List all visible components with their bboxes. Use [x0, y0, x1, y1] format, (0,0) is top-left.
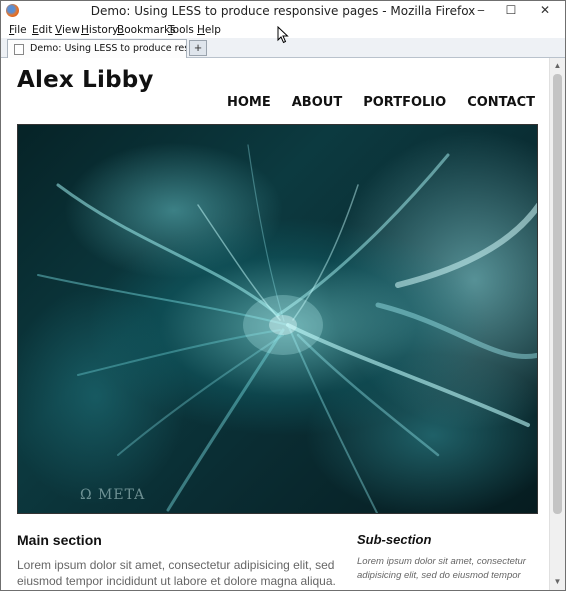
- page-icon: [14, 44, 24, 55]
- minimize-button[interactable]: ‒: [467, 1, 495, 20]
- abstract-fractal-art: [37, 144, 537, 513]
- main-section-heading: Main section: [17, 532, 102, 548]
- maximize-button[interactable]: ☐: [497, 1, 525, 20]
- nav-home[interactable]: HOME: [227, 95, 271, 110]
- tab-active[interactable]: Demo: Using LESS to produce responsiv...: [7, 39, 187, 58]
- menu-edit[interactable]: Edit: [32, 24, 52, 36]
- new-tab-button[interactable]: +: [189, 40, 207, 56]
- scroll-up-arrow-icon[interactable]: ▲: [550, 59, 565, 73]
- menu-history[interactable]: History: [81, 24, 118, 36]
- scroll-thumb[interactable]: [553, 74, 562, 514]
- sub-section-heading: Sub-section: [357, 532, 432, 547]
- nav-contact[interactable]: CONTACT: [467, 95, 535, 110]
- menu-view[interactable]: View: [55, 24, 80, 36]
- hero-image: Ω META: [17, 124, 538, 514]
- nav-about[interactable]: ABOUT: [292, 95, 342, 110]
- site-nav: HOME ABOUT PORTFOLIO CONTACT: [227, 95, 535, 110]
- title-bar[interactable]: Demo: Using LESS to produce responsive p…: [1, 1, 565, 21]
- sub-text-line: adipisicing elit, sed do eiusmod tempor: [357, 570, 521, 581]
- close-button[interactable]: ✕: [527, 1, 563, 20]
- browser-window: Demo: Using LESS to produce responsive p…: [0, 0, 566, 591]
- mouse-pointer-icon: [277, 26, 289, 44]
- vertical-scrollbar[interactable]: ▲ ▼: [549, 58, 565, 590]
- page-viewport: Alex Libby HOME ABOUT PORTFOLIO CONTACT: [1, 58, 549, 590]
- menu-file[interactable]: File: [9, 24, 27, 36]
- sub-section-text: Lorem ipsum dolor sit amet, consectetur …: [357, 555, 537, 583]
- nav-portfolio[interactable]: PORTFOLIO: [363, 95, 446, 110]
- menu-help[interactable]: Help: [197, 24, 221, 36]
- tab-label: Demo: Using LESS to produce responsiv...: [30, 43, 186, 54]
- scroll-down-arrow-icon[interactable]: ▼: [550, 575, 565, 589]
- main-text-line: Lorem ipsum dolor sit amet, consectetur …: [17, 558, 337, 572]
- main-section-text: Lorem ipsum dolor sit amet, consectetur …: [17, 557, 337, 589]
- sub-text-line: Lorem ipsum dolor sit amet, consectetur: [357, 556, 526, 567]
- site-title: Alex Libby: [17, 67, 154, 93]
- hero-watermark: Ω META: [80, 487, 146, 503]
- menu-tools[interactable]: Tools: [168, 24, 194, 36]
- menu-bookmarks[interactable]: Bookmarks: [117, 24, 176, 36]
- main-text-line: eiusmod tempor incididunt ut labore et d…: [17, 574, 337, 588]
